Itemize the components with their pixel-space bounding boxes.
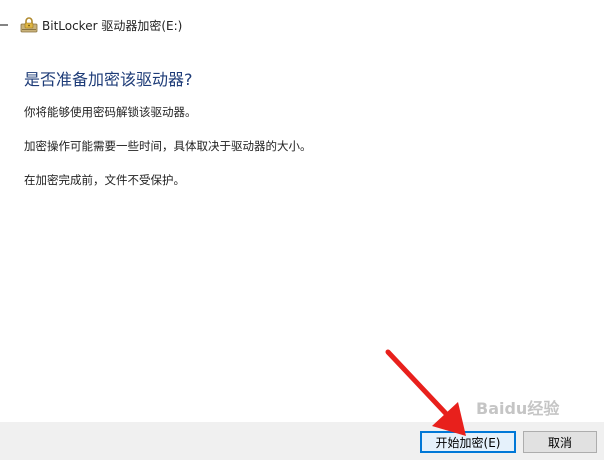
page-heading: 是否准备加密该驱动器? (24, 70, 193, 89)
title-bar: BitLocker 驱动器加密(E:) (0, 0, 604, 50)
info-text-duration: 加密操作可能需要一些时间，具体取决于驱动器的大小。 (24, 139, 312, 153)
bitlocker-dialog: BitLocker 驱动器加密(E:) 是否准备加密该驱动器? 你将能够使用密码… (0, 0, 604, 460)
back-arrow-icon[interactable] (0, 18, 14, 32)
bitlocker-drive-icon (20, 17, 38, 33)
annotation-arrow-icon (385, 349, 466, 436)
watermark: Baidu经验 (476, 399, 560, 418)
info-text-protection: 在加密完成前，文件不受保护。 (24, 173, 185, 187)
cancel-button[interactable]: 取消 (523, 431, 597, 453)
info-text-unlock: 你将能够使用密码解锁该驱动器。 (24, 105, 197, 119)
window-title: BitLocker 驱动器加密(E:) (42, 19, 183, 33)
